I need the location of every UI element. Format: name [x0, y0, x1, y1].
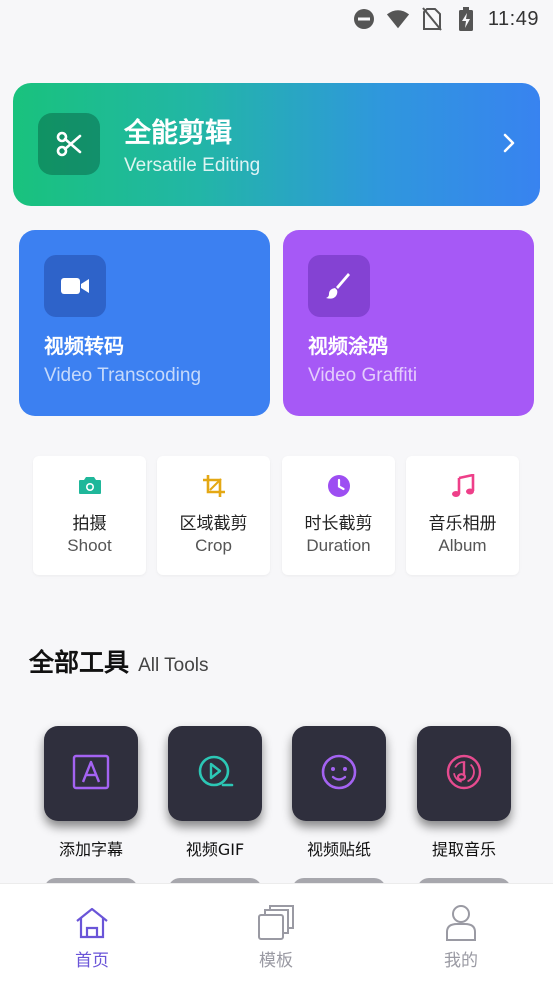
card-subtitle: Video Transcoding — [44, 365, 202, 386]
hero-title: 全能剪辑 — [124, 118, 232, 149]
nav-label: 模板 — [259, 951, 293, 971]
template-icon — [216, 904, 336, 942]
quick-action-sub: Album — [438, 536, 487, 555]
versatile-editing-card[interactable]: 全能剪辑 Versatile Editing — [13, 83, 540, 206]
quick-action-duration[interactable]: 时长截剪 Duration — [282, 456, 395, 575]
music-disc-icon — [445, 753, 483, 795]
brush-icon — [308, 255, 370, 317]
card-title: 视频涂鸦 — [308, 334, 388, 358]
do-not-disturb-icon — [352, 7, 376, 31]
card-subtitle: Video Graffiti — [308, 365, 418, 386]
chevron-right-icon — [502, 131, 516, 159]
sticker-face-icon — [320, 753, 358, 795]
gif-play-icon — [196, 753, 234, 795]
crop-icon — [157, 474, 270, 498]
subtitle-icon — [72, 754, 110, 794]
quick-action-sub: Duration — [306, 536, 371, 555]
quick-action-label: 时长截剪 — [304, 514, 373, 534]
nav-templates[interactable]: 模板 — [216, 904, 336, 971]
all-tools-subtitle: All Tools — [138, 655, 209, 676]
quick-action-sub: Crop — [195, 536, 232, 555]
tool-video-sticker[interactable] — [292, 726, 386, 821]
video-graffiti-card[interactable]: 视频涂鸦 Video Graffiti — [283, 230, 534, 416]
bottom-nav: 首页 模板 我的 — [0, 883, 553, 983]
tool-label: 提取音乐 — [431, 840, 496, 859]
battery-charging-icon — [454, 7, 478, 31]
status-time: 11:49 — [487, 7, 539, 30]
quick-action-label: 音乐相册 — [428, 514, 497, 534]
tool-video-gif[interactable] — [168, 726, 262, 821]
hero-subtitle: Versatile Editing — [124, 155, 261, 176]
quick-action-album[interactable]: 音乐相册 Album — [406, 456, 519, 575]
no-sim-icon — [420, 7, 444, 31]
nav-profile[interactable]: 我的 — [401, 904, 521, 971]
tool-label: 添加字幕 — [58, 840, 123, 859]
video-transcoding-card[interactable]: 视频转码 Video Transcoding — [19, 230, 270, 416]
video-camera-icon — [44, 255, 106, 317]
tool-label: 视频GIF — [185, 840, 245, 859]
clock-icon — [282, 474, 395, 498]
tool-add-subtitle[interactable] — [44, 726, 138, 821]
wifi-icon — [386, 7, 410, 31]
profile-icon — [401, 904, 521, 942]
music-note-icon — [406, 474, 519, 498]
scissors-icon — [38, 113, 100, 175]
all-tools-heading: 全部工具 All Tools — [29, 643, 209, 679]
home-icon — [32, 904, 152, 942]
nav-label: 首页 — [75, 951, 109, 971]
nav-home[interactable]: 首页 — [32, 904, 152, 971]
all-tools-title: 全部工具 — [29, 648, 130, 677]
tool-extract-music[interactable] — [417, 726, 511, 821]
status-bar: 11:49 — [0, 0, 553, 38]
camera-icon — [33, 474, 146, 498]
quick-action-crop[interactable]: 区域截剪 Crop — [157, 456, 270, 575]
quick-action-label: 区域截剪 — [179, 514, 248, 534]
tool-label: 视频贴纸 — [306, 840, 371, 859]
quick-action-shoot[interactable]: 拍摄 Shoot — [33, 456, 146, 575]
nav-label: 我的 — [444, 951, 478, 971]
quick-action-sub: Shoot — [67, 536, 112, 555]
card-title: 视频转码 — [44, 334, 124, 358]
quick-action-label: 拍摄 — [72, 514, 107, 534]
